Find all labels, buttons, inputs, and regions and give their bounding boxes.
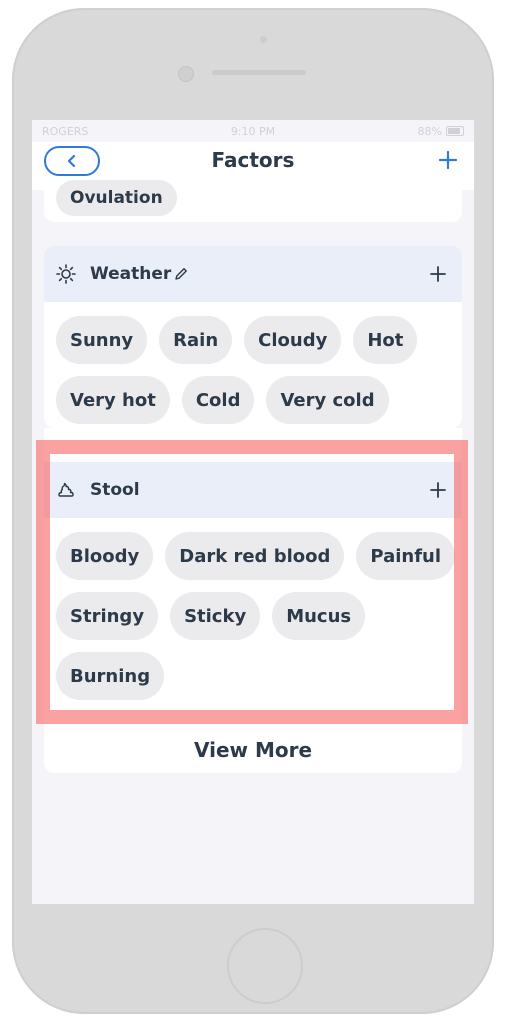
front-camera	[178, 66, 194, 82]
chip-sunny[interactable]: Sunny	[56, 316, 148, 364]
battery-percent: 88%	[417, 124, 442, 138]
stool-header: Stool	[44, 462, 462, 518]
stool-title: Stool	[90, 480, 140, 500]
chip-burning[interactable]: Burning	[56, 652, 165, 700]
weather-title: Weather	[90, 264, 172, 284]
chip-very-cold[interactable]: Very cold	[266, 376, 389, 424]
stool-chips: Bloody Dark red blood Painful Stringy St…	[56, 532, 456, 700]
factor-chip[interactable]: Ovulation	[56, 180, 177, 216]
plus-icon	[438, 150, 458, 170]
view-more-button[interactable]: View More	[44, 726, 462, 774]
carrier-label: ROGERS	[42, 124, 89, 138]
chip-painful[interactable]: Painful	[356, 532, 456, 580]
chip-rain[interactable]: Rain	[159, 316, 233, 364]
plus-icon	[430, 266, 446, 282]
plus-icon	[430, 482, 446, 498]
add-weather-button[interactable]	[424, 260, 452, 288]
pencil-icon[interactable]	[173, 266, 189, 282]
status-bar: ROGERS 9:10 PM 88%	[32, 120, 474, 142]
chip-dark-red-blood[interactable]: Dark red blood	[165, 532, 345, 580]
chip-hot[interactable]: Hot	[353, 316, 418, 364]
weather-chips: Sunny Rain Cloudy Hot Very hot Cold Very…	[56, 316, 456, 424]
status-time: 9:10 PM	[230, 124, 276, 138]
chip-cloudy[interactable]: Cloudy	[244, 316, 342, 364]
chip-bloody[interactable]: Bloody	[56, 532, 154, 580]
stool-card: Stool Bloody Dark red blood Painful Stri…	[44, 428, 462, 773]
chip-sticky[interactable]: Sticky	[170, 592, 261, 640]
weather-header: Weather	[44, 246, 462, 302]
page-title: Factors	[211, 148, 295, 172]
chip-stringy[interactable]: Stringy	[56, 592, 159, 640]
stool-icon	[56, 480, 76, 500]
earpiece-speaker	[212, 70, 306, 75]
add-stool-button[interactable]	[424, 476, 452, 504]
sun-icon	[56, 264, 76, 284]
chip-mucus[interactable]: Mucus	[272, 592, 366, 640]
phone-sensor	[260, 36, 267, 43]
previous-section-card: Ovulation	[44, 180, 462, 222]
home-button[interactable]	[227, 928, 303, 1004]
chip-very-hot[interactable]: Very hot	[56, 376, 170, 424]
app-screen: ROGERS 9:10 PM 88% Factors Ovulation Wea…	[32, 120, 474, 904]
battery-status: 88%	[418, 125, 464, 138]
battery-icon	[446, 126, 464, 136]
chip-cold[interactable]: Cold	[181, 376, 255, 424]
add-factor-button[interactable]	[434, 146, 462, 174]
weather-card: Weather Sunny Rain Cloudy Hot Very hot C…	[44, 246, 462, 428]
